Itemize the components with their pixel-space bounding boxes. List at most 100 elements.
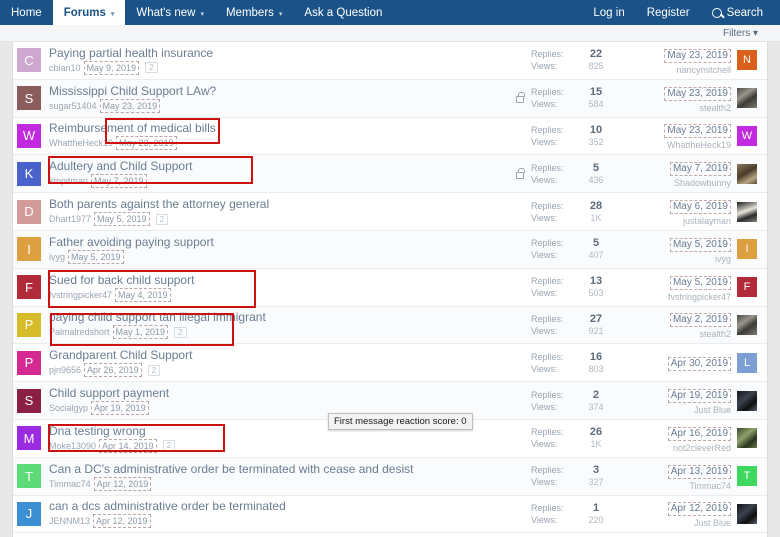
thread-row[interactable]: K Adultery and Child Support kmpitman May 7…: [13, 155, 767, 194]
author-avatar[interactable]: T: [17, 464, 41, 489]
page-count-badge[interactable]: 2: [145, 62, 158, 74]
author-avatar[interactable]: W: [17, 123, 41, 148]
last-post-date[interactable]: Apr 30, 2019: [667, 357, 731, 372]
last-post-date[interactable]: May 23, 2019: [664, 86, 731, 101]
last-poster-avatar[interactable]: I: [737, 239, 757, 260]
last-poster-avatar[interactable]: [737, 390, 757, 411]
thread-title-link[interactable]: Paying partial health insurance: [49, 46, 501, 60]
last-poster-avatar[interactable]: [737, 163, 757, 184]
last-post-user[interactable]: ivyg: [641, 253, 731, 265]
last-post-date[interactable]: May 5, 2019: [669, 275, 731, 290]
thread-row[interactable]: P Grandparent Child Support pjn9656 Apr 26,…: [13, 344, 767, 383]
last-post-user[interactable]: WhattheHeck19: [641, 139, 731, 151]
thread-author[interactable]: ivyg: [49, 251, 65, 263]
thread-author[interactable]: pjn9656: [49, 364, 81, 376]
last-post-date[interactable]: Apr 13, 2019: [667, 464, 731, 479]
thread-title-link[interactable]: Child support payment: [49, 386, 501, 400]
thread-author[interactable]: Moke13090: [49, 440, 96, 452]
nav-item-forums[interactable]: Forums ▾: [52, 0, 126, 25]
thread-author[interactable]: Dhart1977: [49, 213, 91, 225]
last-post-user[interactable]: Just Blue: [641, 517, 731, 529]
page-count-badge[interactable]: 2: [155, 213, 169, 225]
author-avatar[interactable]: S: [17, 388, 41, 413]
last-post-user[interactable]: fvstringpicker47: [641, 291, 731, 303]
thread-author[interactable]: Socialgyp: [49, 402, 88, 414]
thread-author[interactable]: Timmac74: [49, 478, 91, 490]
thread-row[interactable]: Ppaying child support tan illegal immigr…: [13, 306, 767, 345]
thread-row[interactable]: F Sued for back child support fvstringpick…: [13, 268, 767, 307]
last-poster-avatar[interactable]: N: [737, 50, 757, 71]
search-button[interactable]: Search: [701, 0, 774, 25]
nav-item-what-s-new[interactable]: What's new ▾: [125, 0, 215, 25]
author-avatar[interactable]: J: [17, 501, 41, 526]
thread-row[interactable]: Jcan a dcs administrative order be termi…: [13, 495, 767, 534]
page-count-badge[interactable]: 2: [174, 326, 187, 338]
page-count-badge[interactable]: 2: [162, 440, 176, 452]
last-poster-avatar[interactable]: [737, 88, 757, 109]
last-post-date[interactable]: Apr 16, 2019: [667, 426, 731, 441]
thread-author[interactable]: kmpitman: [49, 175, 88, 187]
last-post-date[interactable]: Apr 12, 2019: [667, 502, 731, 517]
thread-title-link[interactable]: Adultery and Child Support: [49, 159, 501, 173]
thread-author[interactable]: fvstringpicker47: [49, 289, 112, 301]
thread-row[interactable]: S Mississippi Child Support LAw? sugar5140…: [13, 79, 767, 118]
last-post-date[interactable]: May 7, 2019: [669, 162, 731, 177]
thread-title-link[interactable]: Mississippi Child Support LAw?: [49, 84, 501, 98]
thread-row[interactable]: T Can a DC's administrative order be term…: [13, 457, 767, 496]
last-poster-avatar[interactable]: [737, 314, 757, 335]
thread-title-link[interactable]: Sued for back child support: [49, 273, 501, 287]
last-post-date[interactable]: May 23, 2019: [664, 48, 731, 63]
filters-button[interactable]: Filters ▾: [723, 28, 758, 39]
thread-title-link[interactable]: can a dcs administrative order be termin…: [49, 499, 501, 513]
thread-author[interactable]: Palmalredshort: [49, 326, 110, 338]
thread-title-link[interactable]: paying child support tan illegal immigra…: [49, 310, 501, 324]
author-avatar[interactable]: I: [17, 237, 41, 262]
thread-row[interactable]: C Paying partial health insurance cbian10 M…: [13, 42, 767, 80]
author-avatar[interactable]: K: [17, 161, 41, 186]
last-poster-avatar[interactable]: [737, 428, 757, 449]
last-poster-avatar[interactable]: L: [737, 352, 757, 373]
nav-item-home[interactable]: Home: [0, 0, 53, 25]
author-avatar[interactable]: M: [17, 426, 41, 451]
nav-register[interactable]: Register: [636, 0, 701, 25]
thread-row[interactable]: W Reimbursement of medical bills WhattheHe…: [13, 117, 767, 156]
nav-log-in[interactable]: Log in: [582, 0, 635, 25]
author-avatar[interactable]: F: [17, 275, 41, 300]
last-post-user[interactable]: not2cleverRed: [641, 442, 731, 454]
last-poster-avatar[interactable]: W: [737, 125, 757, 146]
thread-title-link[interactable]: Grandparent Child Support: [49, 348, 501, 362]
thread-title-link[interactable]: Both parents against the attorney genera…: [49, 197, 501, 211]
last-poster-avatar[interactable]: [737, 201, 757, 222]
last-post-user[interactable]: justalayman: [641, 215, 731, 227]
last-post-user[interactable]: Timmac74: [641, 480, 731, 492]
last-poster-avatar[interactable]: T: [737, 466, 757, 487]
last-post-user[interactable]: stealth2: [641, 328, 731, 340]
thread-row[interactable]: I Father avoiding paying support ivyg May 5…: [13, 230, 767, 269]
thread-title-link[interactable]: Father avoiding paying support: [49, 235, 501, 249]
last-post-date[interactable]: Apr 19, 2019: [667, 389, 731, 404]
author-avatar[interactable]: P: [17, 312, 41, 337]
last-poster-avatar[interactable]: F: [737, 277, 757, 298]
thread-row[interactable]: D Both parents against the attorney gener…: [13, 193, 767, 231]
last-post-user[interactable]: Just Blue: [641, 404, 731, 416]
nav-item-members[interactable]: Members ▾: [215, 0, 293, 25]
page-count-badge[interactable]: 2: [147, 364, 161, 376]
author-avatar[interactable]: S: [17, 86, 41, 111]
author-avatar[interactable]: D: [17, 199, 41, 224]
last-post-user[interactable]: stealth2: [641, 102, 731, 114]
last-poster-avatar[interactable]: [737, 503, 757, 524]
last-post-date[interactable]: May 2, 2019: [669, 313, 731, 328]
author-avatar[interactable]: P: [17, 350, 41, 375]
thread-author[interactable]: cbian10: [49, 62, 81, 74]
last-post-date[interactable]: May 5, 2019: [669, 237, 731, 252]
last-post-user[interactable]: nancymitchell: [641, 64, 731, 76]
last-post-date[interactable]: May 23, 2019: [664, 124, 731, 139]
last-post-date[interactable]: May 6, 2019: [669, 200, 731, 215]
thread-author[interactable]: JENNM13: [49, 515, 90, 527]
last-post-user[interactable]: Shadowbunny: [641, 177, 731, 189]
thread-author[interactable]: WhattheHeck19: [49, 137, 113, 149]
thread-author[interactable]: sugar51404: [49, 100, 97, 112]
thread-title-link[interactable]: Can a DC's administrative order be termi…: [49, 462, 501, 476]
author-avatar[interactable]: C: [17, 48, 41, 73]
thread-title-link[interactable]: Reimbursement of medical bills: [49, 121, 501, 135]
